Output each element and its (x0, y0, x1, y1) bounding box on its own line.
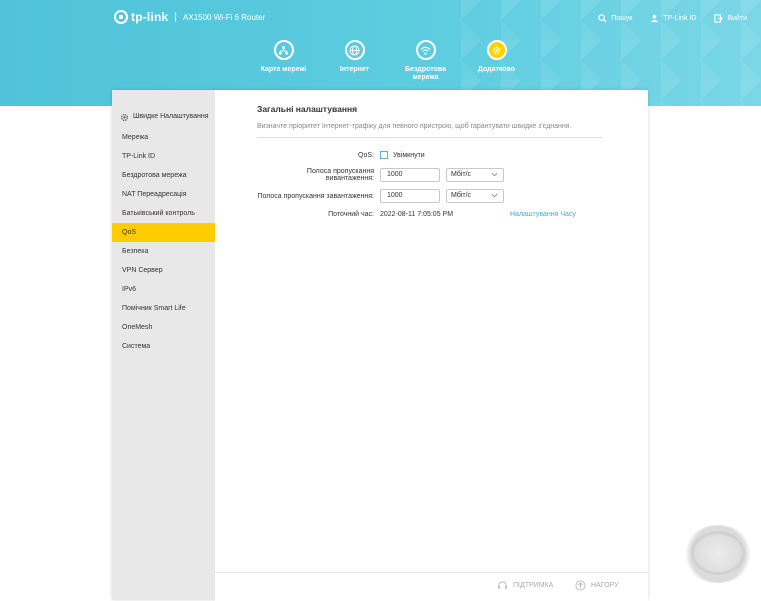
upload-input[interactable]: 1000 (380, 168, 440, 182)
watermark-ring (691, 531, 745, 575)
nav-wireless[interactable]: Бездротова мережа (390, 40, 461, 82)
time-settings-link[interactable]: Налаштування Часу (510, 211, 576, 218)
top-links: Пошук TP-Link ID Вийти (598, 14, 747, 23)
content-area: Загальні налаштування Визначте пріоритет… (215, 90, 648, 570)
search-icon (598, 14, 607, 23)
download-row: Полоса пропускання завантаження: 1000 Мб… (257, 189, 504, 203)
sidebar-item-7[interactable]: VPN Сервер (112, 261, 215, 280)
search-link[interactable]: Пошук (598, 14, 632, 23)
sidebar-item-5[interactable]: QoS (112, 223, 215, 242)
sidebar-item-4[interactable]: Батьківський контроль (112, 204, 215, 223)
back-to-top-button[interactable]: НАГОРУ (575, 580, 619, 591)
download-label: Полоса пропускання завантаження: (257, 192, 374, 200)
active-nav-caret (481, 98, 497, 106)
sidebar-list: Мережа TP-Link ID Бездротова мережа NAT Пер… (112, 128, 215, 356)
nav-internet[interactable]: Інтернет (319, 40, 390, 82)
arrow-up-circle-icon (575, 580, 586, 591)
tplink-logo[interactable]: tp-link | AX1500 Wi-Fi 6 Router (114, 10, 265, 24)
time-row: Поточний час: 2022-08-11 7:05:05 PM Нала… (257, 211, 576, 218)
logo-separator: | (174, 11, 178, 23)
headset-icon (498, 581, 507, 589)
section-description: Визначте пріоритет Інтернет-трафіку для … (257, 123, 602, 138)
support-button[interactable]: ПІДТРИМКА (497, 580, 553, 591)
chevron-down-icon (491, 172, 498, 177)
gear-icon (486, 40, 507, 60)
sidebar: Швидке Налаштування Мережа TP-Link ID Безд… (112, 90, 215, 600)
chevron-down-icon (491, 193, 498, 198)
logout-link-label: Вийти (727, 15, 747, 22)
logout-link[interactable]: Вийти (714, 14, 747, 23)
brand-name: tp-link (131, 10, 169, 24)
nav-advanced-label: Додатково (477, 66, 516, 73)
tplink-id-link[interactable]: TP-Link ID (650, 14, 696, 23)
nav-wireless-label: Бездротова мережа (405, 66, 446, 81)
qos-row: QoS: Увімкнути (257, 151, 425, 159)
sidebar-item-3[interactable]: NAT Переадресація (112, 185, 215, 204)
nav-internet-label: Інтернет (339, 66, 370, 73)
tplink-logo-icon (114, 10, 128, 24)
download-input[interactable]: 1000 (380, 189, 440, 203)
time-value: 2022-08-11 7:05:05 PM (380, 211, 454, 218)
section-title: Загальні налаштування (257, 104, 358, 114)
main-panel: Швидке Налаштування Мережа TP-Link ID Безд… (112, 90, 648, 601)
sidebar-quick-setup[interactable]: Швидке Налаштування (112, 90, 215, 128)
watermark-logo (683, 525, 753, 583)
sidebar-quick-setup-label: Швидке Налаштування (133, 113, 209, 120)
sidebar-item-1[interactable]: TP-Link ID (112, 147, 215, 166)
time-label: Поточний час: (328, 211, 374, 218)
nav-network-map-label: Карта мережі (260, 66, 307, 73)
upload-unit-select[interactable]: Мбіт/с (446, 168, 504, 182)
sidebar-item-6[interactable]: Безпека (112, 242, 215, 261)
upload-row: Полоса пропускання вивантаження: 1000 Мб… (257, 168, 504, 182)
support-label: ПІДТРИМКА (513, 582, 554, 589)
upload-label: Полоса пропускання вивантаження: (306, 168, 374, 182)
qos-enable-checkbox[interactable] (380, 151, 388, 159)
footer-bar: ПІДТРИМКА НАГОРУ (215, 572, 648, 601)
qos-label: QoS: (358, 151, 374, 159)
nav-network-map[interactable]: Карта мережі (248, 40, 319, 82)
globe-icon (344, 40, 365, 60)
quick-setup-gear-icon (121, 114, 128, 121)
network-map-icon (273, 40, 294, 60)
upload-unit-value: Мбіт/с (451, 171, 472, 178)
wifi-icon (415, 40, 436, 60)
sidebar-item-0[interactable]: Мережа (112, 128, 215, 147)
nav-advanced[interactable]: Додатково (461, 40, 532, 82)
back-to-top-label: НАГОРУ (591, 582, 619, 589)
logout-icon (714, 14, 724, 23)
sidebar-item-8[interactable]: IPv6 (112, 280, 215, 299)
cloud-user-icon (651, 14, 659, 23)
tplink-id-link-label: TP-Link ID (663, 15, 697, 22)
sidebar-item-2[interactable]: Бездротова мережа (112, 166, 215, 185)
download-unit-value: Мбіт/с (451, 192, 472, 199)
sidebar-item-10[interactable]: OneMesh (112, 318, 215, 337)
main-nav: Карта мережі Інтернет Бездротова мережа … (248, 40, 532, 82)
qos-enable-label[interactable]: Увімкнути (393, 152, 425, 159)
sidebar-item-9[interactable]: Помічник Smart Life (112, 299, 215, 318)
router-model: AX1500 Wi-Fi 6 Router (183, 12, 266, 22)
download-unit-select[interactable]: Мбіт/с (446, 189, 504, 203)
search-link-label: Пошук (611, 15, 633, 22)
sidebar-item-11[interactable]: Система (112, 337, 215, 356)
